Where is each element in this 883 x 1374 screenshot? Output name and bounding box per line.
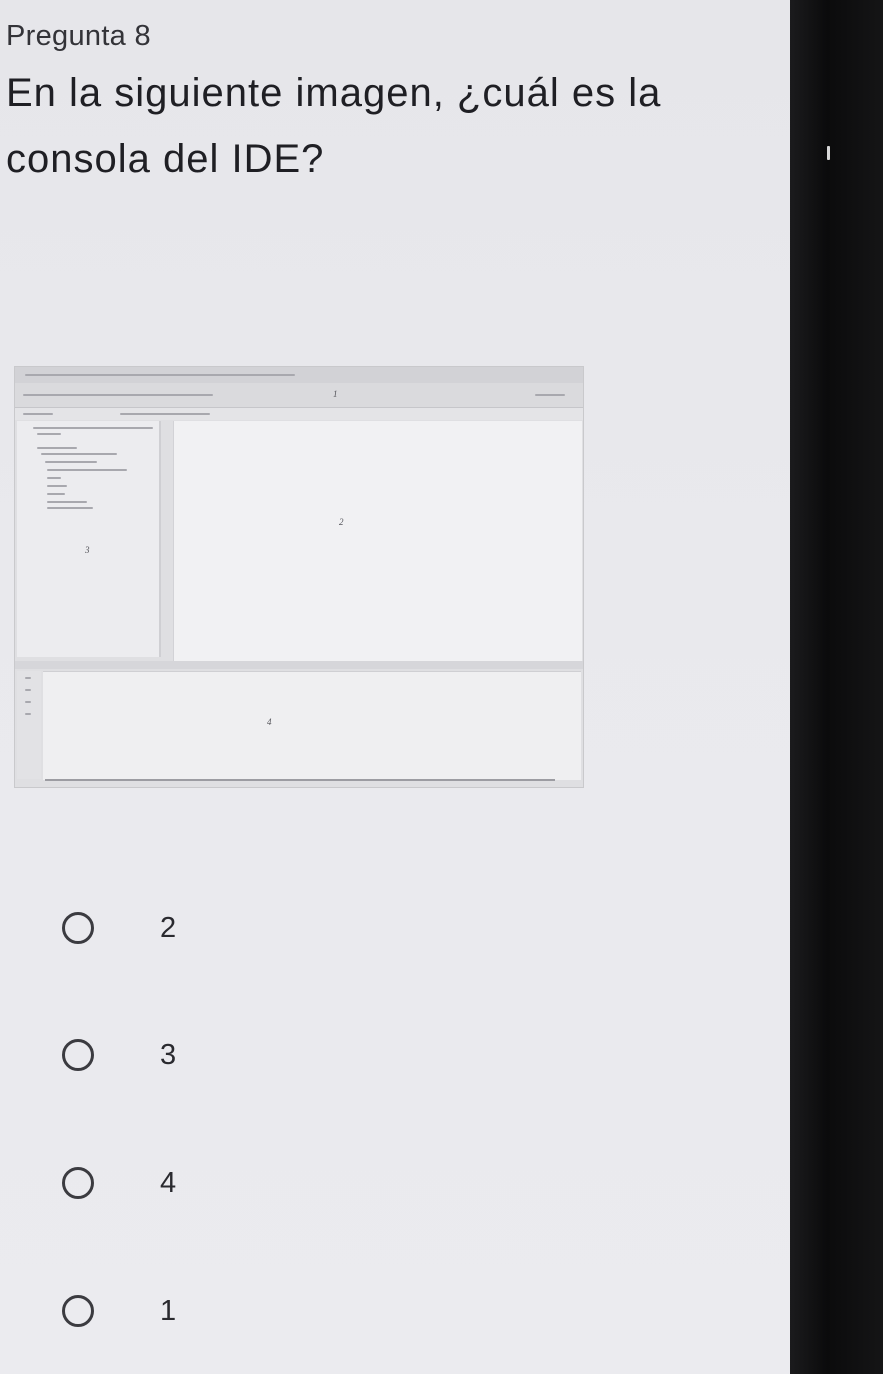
option-4[interactable]: 1 xyxy=(62,1291,176,1331)
ide-console xyxy=(43,671,581,780)
device-bezel xyxy=(790,0,883,1374)
option-label: 3 xyxy=(160,1038,177,1071)
ide-project-explorer xyxy=(17,421,161,657)
ide-screenshot: 1 2 3 4 xyxy=(14,366,584,788)
ide-region-label-2: 2 xyxy=(339,517,344,527)
option-1[interactable]: 2 xyxy=(62,908,176,948)
radio-circle-icon[interactable] xyxy=(62,1039,94,1071)
question-text: En la siguiente imagen, ¿cuál es la cons… xyxy=(6,71,662,181)
ide-editor xyxy=(173,421,582,661)
option-label: 1 xyxy=(160,1294,177,1327)
radio-circle-icon[interactable] xyxy=(62,912,94,944)
ide-toolbar xyxy=(15,383,583,408)
bezel-light-reflection xyxy=(827,146,830,160)
question-number: Pregunta 8 xyxy=(6,20,151,52)
option-label: 2 xyxy=(160,911,177,944)
ide-region-label-3: 3 xyxy=(85,545,90,555)
radio-circle-icon[interactable] xyxy=(62,1167,94,1199)
option-label: 4 xyxy=(160,1166,177,1199)
ide-console-gutter xyxy=(17,671,41,779)
ide-region-label-4: 4 xyxy=(267,717,272,727)
option-3[interactable]: 4 xyxy=(62,1163,176,1203)
ide-status-line xyxy=(45,779,555,781)
ide-tabbar xyxy=(15,408,583,420)
quiz-screen: Pregunta 8 En la siguiente imagen, ¿cuál… xyxy=(0,0,790,1374)
ide-menubar xyxy=(15,367,583,383)
option-2[interactable]: 3 xyxy=(62,1035,176,1075)
radio-circle-icon[interactable] xyxy=(62,1295,94,1327)
ide-region-label-1: 1 xyxy=(333,389,338,399)
ide-console-header xyxy=(15,661,583,669)
